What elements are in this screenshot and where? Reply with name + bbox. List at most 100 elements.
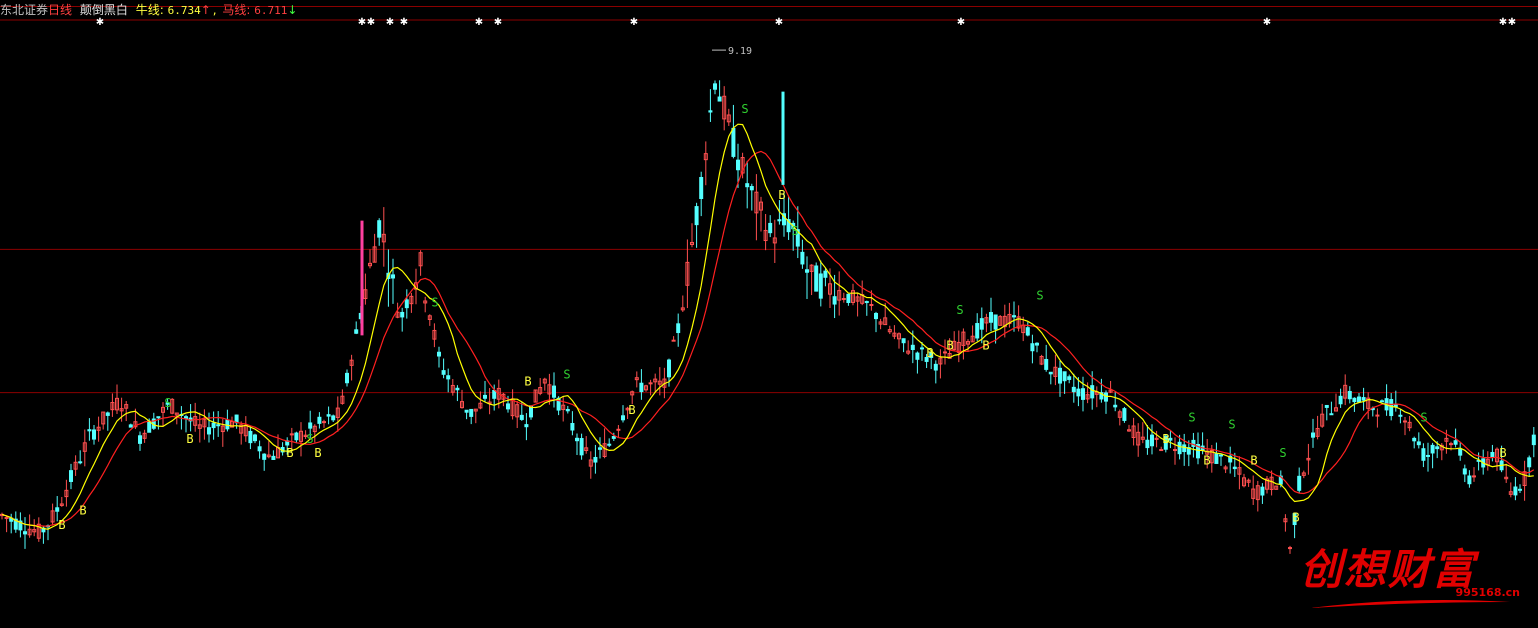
candle-body	[667, 359, 671, 378]
candle-body	[257, 446, 262, 452]
candle-body	[575, 437, 579, 442]
candle-body	[607, 443, 612, 446]
buy-signal-marker: B	[1250, 453, 1257, 467]
candle-body	[519, 414, 524, 420]
candle-body	[1347, 390, 1352, 400]
candle-body	[979, 318, 984, 330]
candle-body	[1150, 434, 1154, 447]
candle-body	[713, 83, 717, 90]
candle-body	[1458, 448, 1463, 456]
buy-signal-marker: B	[1203, 453, 1210, 467]
candle-body	[616, 428, 621, 431]
buy-signal-marker: B	[1292, 511, 1299, 525]
horse-line-value: 6.711	[254, 4, 288, 17]
candle-body	[524, 424, 529, 428]
candle-body	[699, 176, 704, 200]
candle-body	[156, 416, 161, 419]
candle-body	[621, 415, 625, 421]
candle-body	[565, 408, 570, 412]
buy-signal-marker: B	[628, 403, 635, 417]
candle-body	[736, 159, 740, 171]
candlestick-chart[interactable]: BBBB BBBBBB BBB BBBSSSSSSSSSSSS✱ ✱ ✱ ✱ ✱ ✱ ✱ ✱ ✱ ✱ ✱ ✱…	[0, 0, 1538, 628]
candle-body	[87, 429, 92, 432]
sell-signal-marker: S	[1188, 410, 1195, 424]
candle-body	[1177, 441, 1182, 455]
candle-body	[593, 456, 598, 463]
horse-down-arrow-icon: ↓	[287, 3, 298, 17]
sell-signal-marker: S	[791, 224, 798, 238]
candle-body	[846, 293, 851, 303]
event-marker-icon: ✱	[475, 17, 483, 28]
candle-body	[901, 338, 906, 344]
candle-body	[1182, 444, 1187, 453]
candle-body	[1145, 439, 1150, 449]
event-marker-icon: ✱	[358, 17, 366, 28]
event-marker-icon: ✱	[400, 17, 408, 28]
candle-body	[1113, 404, 1118, 408]
indicator-name: 颠倒黑白	[79, 3, 128, 17]
candle-body	[869, 304, 874, 307]
candle-body	[639, 382, 644, 393]
buy-signal-marker: B	[926, 346, 933, 360]
candle-body	[483, 394, 487, 399]
candle-body	[993, 314, 998, 330]
candle-body	[1467, 475, 1472, 485]
candle-body	[1058, 367, 1062, 384]
candle-body	[749, 186, 754, 191]
candle-body	[391, 274, 395, 279]
candle-body	[377, 220, 382, 238]
candle-body	[1062, 371, 1067, 382]
candle-body	[1324, 404, 1329, 408]
candle-body	[1462, 468, 1467, 475]
chart-header: 东北证券日线 颠倒黑白 牛线: 6.734↑, 马线: 6.711↓	[0, 3, 298, 17]
candle-body	[105, 412, 110, 416]
candle-body	[308, 422, 313, 429]
candle-body	[1403, 420, 1407, 423]
candle-body	[1527, 457, 1532, 468]
candle-body	[331, 415, 336, 421]
candle-body	[55, 507, 60, 512]
candle-body	[128, 424, 133, 428]
chart-background	[0, 0, 1538, 628]
candle-body	[1531, 434, 1536, 446]
candle-body	[294, 432, 299, 441]
candle-body	[216, 424, 221, 427]
candle-body	[1412, 437, 1417, 442]
candle-body	[78, 461, 83, 464]
candle-body	[1090, 385, 1095, 399]
candle-body	[404, 299, 409, 309]
candle-body	[1173, 449, 1177, 452]
candle-body	[920, 347, 924, 350]
buy-signal-marker: B	[79, 504, 86, 518]
candle-body	[975, 323, 980, 339]
candle-body	[1159, 449, 1164, 452]
candle-body	[469, 408, 474, 417]
candle-body	[1435, 446, 1440, 450]
candle-body	[464, 409, 469, 413]
candle-body	[1071, 386, 1076, 393]
event-marker-icon: ✱	[386, 17, 394, 28]
candle-body	[1311, 432, 1315, 438]
candle-body	[317, 416, 322, 424]
candle-body	[777, 219, 782, 222]
candle-body	[841, 298, 846, 301]
candle-body	[345, 372, 349, 384]
candle-body	[1453, 440, 1458, 445]
buy-signal-marker: B	[58, 518, 65, 532]
candle-body	[262, 453, 267, 460]
bull-line-value: 6.734	[167, 4, 201, 17]
candle-body	[1030, 343, 1035, 352]
candle-body	[492, 390, 497, 399]
event-marker-icon: ✱	[957, 17, 965, 28]
candle-body	[69, 470, 73, 482]
candle-body	[552, 385, 556, 398]
sell-signal-marker: S	[1228, 418, 1235, 432]
candle-body	[1518, 488, 1522, 491]
candle-body	[400, 311, 405, 318]
candle-body	[1490, 451, 1495, 458]
candle-body	[1067, 376, 1072, 380]
candle-body	[1081, 388, 1085, 400]
buy-signal-marker: B	[1499, 446, 1506, 460]
candle-body	[823, 270, 828, 278]
period-label[interactable]: 日线	[48, 3, 72, 17]
